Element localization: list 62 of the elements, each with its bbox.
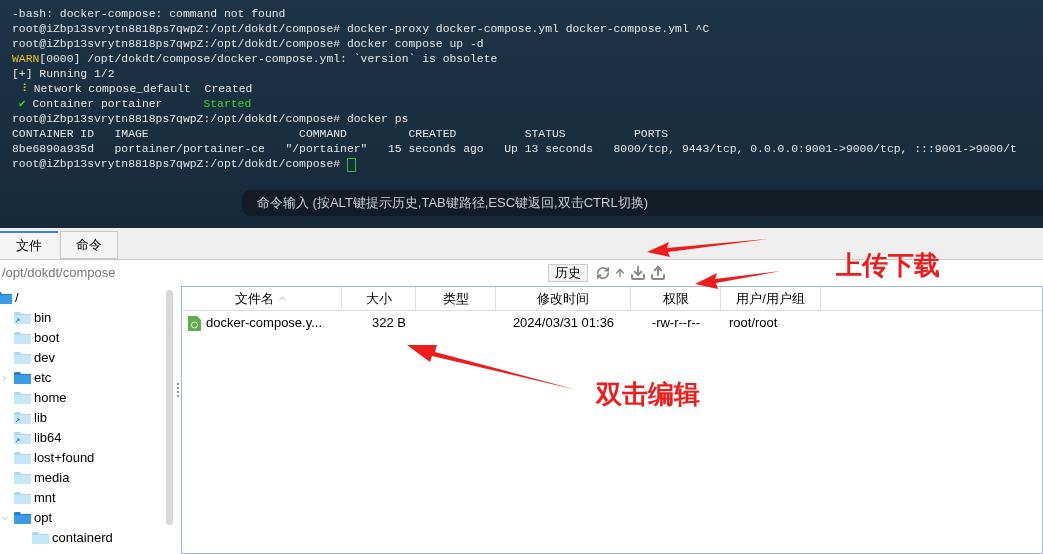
- file-icon: [188, 315, 201, 331]
- folder-link-icon: [14, 411, 31, 425]
- tree-item[interactable]: etc: [34, 368, 52, 388]
- tree-item[interactable]: opt: [34, 508, 53, 528]
- scrollbar-thumb[interactable]: [166, 290, 173, 525]
- terminal-line: 8be6890a935d portainer/portainer-ce "/portainer" 15 seconds ago Up 13 seconds 8000/tcp, 9443/tcp, 0.0.0.0:9001->9000/tcp, :::9001->9000/t: [12, 142, 1017, 157]
- table-cell-text: root/root: [729, 314, 778, 333]
- tree-item[interactable]: mnt: [34, 488, 56, 508]
- terminal-line: root@iZbp13svrytn8818ps7qwpZ:/opt/dokdt/compose# docker-proxy docker-compose.yml docker-compose.yml ^C: [12, 22, 710, 37]
- column-header[interactable]: 大小: [342, 287, 416, 310]
- terminal-line: WARN[0000] /opt/dokdt/compose/docker-compose.yml: `version` is obsolete: [12, 52, 498, 67]
- annotation-label: 双击编辑: [596, 378, 700, 411]
- tree-item[interactable]: lib: [34, 408, 47, 428]
- column-header[interactable]: 类型: [416, 287, 496, 310]
- tab[interactable]: 文件: [0, 231, 58, 259]
- tree-item[interactable]: lib64: [34, 428, 62, 448]
- chevron-right-icon[interactable]: [0, 373, 9, 383]
- download-icon[interactable]: [630, 265, 646, 281]
- terminal-line: root@iZbp13svrytn8818ps7qwpZ:/opt/dokdt/compose#: [12, 157, 342, 172]
- column-header[interactable]: 文件名: [182, 287, 342, 310]
- folder-icon: [14, 351, 31, 365]
- terminal-line: ✔ Container portainer Started: [17, 97, 252, 112]
- tree-item[interactable]: dev: [34, 348, 55, 368]
- terminal-line: CONTAINER ID IMAGE COMMAND CREATED STATUS PORTS: [12, 127, 669, 142]
- tree-item[interactable]: bin: [34, 308, 52, 328]
- folder-link-icon: [14, 431, 31, 445]
- folder-icon: [32, 531, 49, 545]
- folder-icon: [14, 471, 31, 485]
- path-field[interactable]: /opt/dokdt/compose: [0, 263, 548, 283]
- history-button[interactable]: 历史: [548, 264, 588, 282]
- folder-icon: [14, 371, 31, 385]
- command-input-field[interactable]: 命令输入 (按ALT键提示历史,TAB键路径,ESC键返回,双击CTRL切换): [242, 190, 1043, 216]
- folder-icon: [14, 491, 31, 505]
- upload-icon[interactable]: [650, 265, 666, 281]
- terminal-line: -bash: docker-compose: command not found: [12, 7, 286, 22]
- table-cell-text: 2024/03/31 01:36: [512, 314, 615, 333]
- terminal-line: root@iZbp13svrytn8818ps7qwpZ:/opt/dokdt/compose# docker compose up -d: [12, 37, 484, 52]
- tree-item[interactable]: boot: [34, 328, 60, 348]
- annotation-label: 上传下载: [836, 249, 940, 282]
- table-cell-text: 322 B: [372, 314, 406, 333]
- folder-icon: [14, 451, 31, 465]
- folder-link-icon: [14, 311, 31, 325]
- terminal-line: root@iZbp13svrytn8818ps7qwpZ:/opt/dokdt/compose# docker ps: [12, 112, 409, 127]
- tree-item[interactable]: home: [34, 388, 67, 408]
- column-header[interactable]: 修改时间: [496, 287, 631, 310]
- arrow-up-icon[interactable]: [614, 266, 626, 280]
- tree-item[interactable]: containerd: [52, 528, 113, 548]
- terminal-line: ⠸ Network compose_default Created: [17, 82, 253, 97]
- column-header[interactable]: 用户/用户组: [721, 287, 821, 310]
- tree-item[interactable]: lost+found: [34, 448, 95, 468]
- refresh-icon[interactable]: [596, 266, 610, 280]
- tree-item[interactable]: /: [15, 288, 19, 308]
- folder-icon: [14, 391, 31, 405]
- splitter-handle[interactable]: [176, 383, 179, 397]
- table-cell-text: -rw-r--r--: [651, 314, 701, 333]
- folder-icon: [0, 291, 12, 305]
- table-cell-text: docker-compose.y...: [206, 314, 323, 333]
- folder-icon: [14, 511, 31, 525]
- tab[interactable]: 命令: [60, 231, 118, 259]
- tree-item[interactable]: media: [34, 468, 70, 488]
- folder-icon: [14, 331, 31, 345]
- terminal-line: [+] Running 1/2: [12, 67, 115, 82]
